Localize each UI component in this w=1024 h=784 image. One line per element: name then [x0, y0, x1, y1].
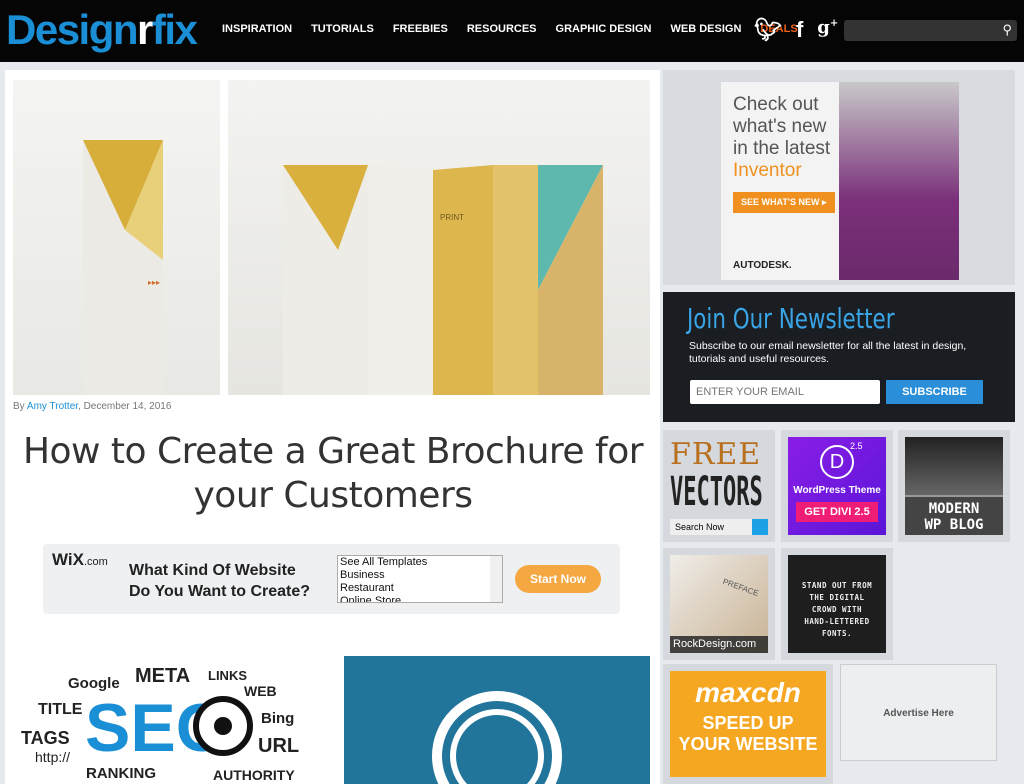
wix-logo-suffix: .com: [83, 556, 108, 568]
ad-maxcdn[interactable]: maxcdn SPEED UP YOUR WEBSITE: [663, 664, 833, 784]
ad-free-vectors[interactable]: FREE VECTORS Search Now: [663, 430, 775, 542]
ad-text: RockDesign.com: [670, 636, 768, 653]
logo-part: r: [137, 6, 153, 53]
seo-word: http://: [35, 749, 70, 765]
article-title: How to Create a Great Brochure for your …: [22, 431, 644, 516]
svg-text:▸▸▸: ▸▸▸: [148, 278, 160, 287]
newsletter-box: Join Our Newsletter Subscribe to our ema…: [663, 292, 1015, 422]
ad-text: MODERN: [928, 501, 980, 517]
search-input[interactable]: ⚲: [844, 20, 1017, 41]
logo-part: Design: [6, 6, 139, 53]
facebook-icon[interactable]: f: [796, 17, 803, 43]
listbox-option[interactable]: Restaurant: [340, 582, 502, 595]
seo-image: Google META LINKS WEB TITLE SEO Bing TAG…: [13, 656, 330, 784]
divi-logo: D: [820, 445, 854, 479]
site-header: Designrfix INSPIRATION TUTORIALS FREEBIE…: [0, 0, 1024, 62]
logo-part: fix: [151, 6, 198, 53]
seo-word: RANKING: [86, 765, 156, 782]
main-nav: INSPIRATION TUTORIALS FREEBIES RESOURCES…: [222, 23, 798, 35]
wix-question: What Kind Of Website Do You Want to Creat…: [129, 560, 310, 602]
ad-text: GET DIVI 2.5: [796, 502, 878, 522]
ad-text: SPEED UP: [702, 713, 794, 733]
seo-word: WEB: [244, 683, 277, 699]
ad-photo: [839, 82, 959, 280]
listbox-scrollbar[interactable]: [490, 556, 502, 602]
article-byline: By Amy Trotter, December 14, 2016: [13, 401, 171, 412]
article-date: , December 14, 2016: [78, 401, 172, 412]
ad-text: STAND OUT FROM THE DIGITAL CROWD WITH HA…: [788, 555, 886, 653]
subscribe-button[interactable]: SUBSCRIBE: [886, 380, 983, 404]
twitter-icon[interactable]: 🐦︎: [754, 17, 782, 43]
google-plus-icon[interactable]: g+: [817, 17, 838, 43]
site-logo[interactable]: Designrfix: [6, 6, 198, 54]
nav-web-design[interactable]: WEB DESIGN: [671, 23, 742, 35]
wix-question-line: Do You Want to Create?: [129, 583, 311, 600]
seo-word: META: [135, 665, 190, 687]
listbox-option[interactable]: See All Templates: [340, 556, 502, 569]
email-input[interactable]: [690, 380, 880, 404]
ad-text: FREE: [670, 437, 762, 472]
nav-graphic-design[interactable]: GRAPHIC DESIGN: [556, 23, 652, 35]
ad-divi[interactable]: D 2.5 WordPress Theme GET DIVI 2.5: [781, 430, 893, 542]
nav-resources[interactable]: RESOURCES: [467, 23, 537, 35]
autodesk-ad[interactable]: Check out what's new in the latest Inven…: [721, 82, 959, 280]
ad-text: VECTORS: [670, 469, 763, 515]
article-image-brochure-right: PRINT: [228, 80, 650, 395]
ad-text: WP BLOG: [924, 517, 984, 533]
nav-tutorials[interactable]: TUTORIALS: [311, 23, 374, 35]
wix-logo: WiX.com: [52, 550, 108, 570]
author-link[interactable]: Amy Trotter: [27, 401, 78, 412]
by-label: By: [13, 401, 25, 412]
wix-ad[interactable]: WiX.com What Kind Of Website Do You Want …: [43, 544, 620, 614]
search-icon: [752, 519, 768, 535]
see-whats-new-button[interactable]: SEE WHAT'S NEW ▸: [733, 192, 835, 213]
ad-text: 2.5: [850, 441, 863, 451]
seo-word: URL: [258, 735, 299, 757]
listbox-option[interactable]: Online Store: [340, 595, 502, 602]
nav-freebies[interactable]: FREEBIES: [393, 23, 448, 35]
template-listbox[interactable]: See All Templates Business Restaurant On…: [337, 555, 503, 603]
ad-text: YOUR WEBSITE: [678, 734, 818, 754]
newsletter-title: Join Our Newsletter: [687, 302, 895, 335]
listbox-option[interactable]: Business: [340, 569, 502, 582]
ad-line: Check out: [733, 94, 819, 115]
ad-rockdesign[interactable]: PREFACE RockDesign.com: [663, 548, 775, 660]
wix-question-line: What Kind Of Website: [129, 562, 296, 579]
seo-word: LINKS: [208, 668, 247, 683]
ad-line: in the latest: [733, 138, 831, 159]
seo-word: Bing: [261, 710, 294, 727]
ad-line: Inventor: [733, 160, 802, 181]
social-links: 🐦︎ f g+: [754, 17, 838, 43]
nav-inspiration[interactable]: INSPIRATION: [222, 23, 292, 35]
advertise-here-slot[interactable]: Advertise Here: [840, 664, 997, 761]
autodesk-logo: AUTODESK.: [733, 260, 792, 271]
print-label: PRINT: [440, 213, 464, 222]
newsletter-text: Subscribe to our email newsletter for al…: [689, 340, 967, 365]
ad-line: what's new: [733, 116, 827, 137]
ad-text: PREFACE: [721, 576, 760, 599]
start-now-button[interactable]: Start Now: [515, 565, 601, 593]
article-image-brochure-left: ▸▸▸: [13, 80, 220, 395]
seo-word: AUTHORITY: [213, 767, 295, 783]
ad-text: maxcdn: [695, 677, 801, 708]
seo-word: TAGS: [21, 728, 70, 748]
wix-logo-text: WiX: [52, 550, 84, 569]
wordpress-image: [344, 656, 650, 784]
seo-word: TITLE: [38, 701, 83, 718]
search-icon[interactable]: ⚲: [1002, 22, 1012, 38]
ad-text: Search Now: [675, 522, 725, 532]
ad-text: WordPress Theme: [793, 485, 881, 496]
ad-modern-wp-blog[interactable]: MODERN WP BLOG: [898, 430, 1010, 542]
ad-hand-lettered-fonts[interactable]: STAND OUT FROM THE DIGITAL CROWD WITH HA…: [781, 548, 893, 660]
